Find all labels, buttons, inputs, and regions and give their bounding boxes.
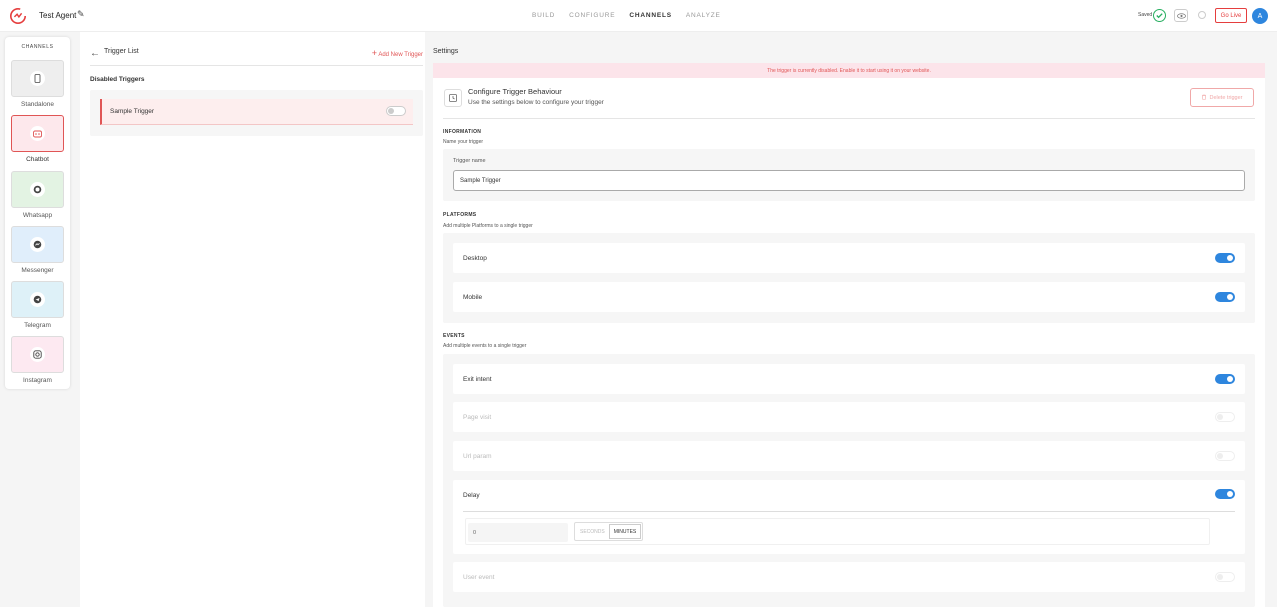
channel-whatsapp[interactable] bbox=[11, 171, 64, 208]
platform-row-mobile: Mobile bbox=[453, 282, 1245, 312]
channel-standalone[interactable] bbox=[11, 60, 64, 97]
preview-eye-icon[interactable] bbox=[1174, 9, 1188, 22]
search-icon[interactable] bbox=[1198, 11, 1206, 19]
phone-icon bbox=[30, 71, 45, 86]
event-row-exit-intent: Exit intent bbox=[453, 364, 1245, 394]
information-section: Trigger name Sample Trigger bbox=[443, 149, 1255, 201]
channel-chatbot-label: Chatbot bbox=[26, 156, 49, 163]
divider bbox=[443, 118, 1255, 119]
unit-seconds-option[interactable]: SECONDS bbox=[576, 524, 609, 539]
channel-messenger[interactable] bbox=[11, 226, 64, 263]
channels-sidebar: CHANNELS Standalone Chatbot Whatsapp Mes… bbox=[5, 37, 70, 389]
nav-channels[interactable]: CHANNELS bbox=[629, 12, 672, 19]
delete-trigger-label: Delete trigger bbox=[1209, 94, 1243, 101]
exit-intent-toggle[interactable] bbox=[1215, 374, 1235, 384]
event-row-page-visit: Page visit bbox=[453, 402, 1245, 432]
delay-toggle[interactable] bbox=[1215, 489, 1235, 499]
events-title: EVENTS bbox=[443, 333, 465, 339]
channel-instagram[interactable] bbox=[11, 336, 64, 373]
platforms-section: Desktop Mobile bbox=[443, 233, 1255, 323]
plus-icon: + bbox=[371, 48, 377, 58]
avatar[interactable]: A bbox=[1252, 8, 1268, 24]
add-new-trigger-label: Add New Trigger bbox=[378, 52, 423, 58]
delay-value-input[interactable]: 0 bbox=[468, 523, 568, 542]
edit-icon[interactable]: ✎ bbox=[77, 9, 85, 20]
platforms-title: PLATFORMS bbox=[443, 212, 477, 218]
user-event-label: User event bbox=[463, 574, 495, 581]
trash-icon bbox=[1201, 94, 1207, 102]
delay-label: Delay bbox=[463, 492, 480, 499]
disabled-triggers-list: Sample Trigger bbox=[90, 90, 423, 136]
trigger-list-title: Trigger List bbox=[104, 48, 139, 55]
page-visit-toggle[interactable] bbox=[1215, 412, 1235, 422]
disabled-banner: The trigger is currently disabled. Enabl… bbox=[433, 63, 1265, 78]
events-subtitle: Add multiple events to a single trigger bbox=[443, 343, 527, 349]
disabled-triggers-heading: Disabled Triggers bbox=[90, 76, 145, 83]
information-title: INFORMATION bbox=[443, 129, 482, 135]
delay-settings: 0 SECONDS MINUTES bbox=[465, 518, 1210, 545]
channel-telegram-label: Telegram bbox=[24, 322, 51, 329]
event-row-delay: Delay 0 SECONDS MINUTES bbox=[453, 480, 1245, 554]
url-param-label: Url param bbox=[463, 453, 492, 460]
main-nav: BUILD CONFIGURE CHANNELS ANALYZE bbox=[532, 12, 735, 19]
url-param-toggle[interactable] bbox=[1215, 451, 1235, 461]
mobile-toggle[interactable] bbox=[1215, 292, 1235, 302]
events-section: Exit intent Page visit Url param Delay 0… bbox=[443, 354, 1255, 607]
config-title: Configure Trigger Behaviour bbox=[468, 87, 562, 96]
go-live-button[interactable]: Go Live bbox=[1215, 8, 1247, 23]
whatsapp-icon bbox=[30, 182, 45, 197]
logo-icon bbox=[9, 7, 27, 25]
divider bbox=[463, 511, 1235, 512]
exit-intent-label: Exit intent bbox=[463, 376, 492, 383]
event-row-url-param: Url param bbox=[453, 441, 1245, 471]
desktop-toggle[interactable] bbox=[1215, 253, 1235, 263]
trigger-list-panel: ← Trigger List + Add New Trigger Disable… bbox=[80, 32, 425, 607]
channel-instagram-label: Instagram bbox=[23, 377, 52, 384]
nav-build[interactable]: BUILD bbox=[532, 12, 555, 19]
add-new-trigger-button[interactable]: + Add New Trigger bbox=[372, 48, 423, 58]
channels-title: CHANNELS bbox=[21, 44, 54, 50]
messenger-icon bbox=[30, 237, 45, 252]
channel-standalone-label: Standalone bbox=[21, 101, 54, 108]
channel-whatsapp-label: Whatsapp bbox=[22, 212, 53, 219]
divider bbox=[90, 65, 423, 66]
information-subtitle: Name your trigger bbox=[443, 139, 484, 145]
delete-trigger-button[interactable]: Delete trigger bbox=[1190, 88, 1254, 107]
chatbot-icon bbox=[30, 126, 45, 141]
back-arrow-icon[interactable]: ← bbox=[90, 48, 100, 59]
settings-panel: The trigger is currently disabled. Enabl… bbox=[433, 63, 1265, 607]
trigger-name-input[interactable]: Sample Trigger bbox=[453, 170, 1245, 191]
instagram-icon bbox=[30, 347, 45, 362]
page-visit-label: Page visit bbox=[463, 414, 492, 421]
trigger-list-item[interactable]: Sample Trigger bbox=[100, 99, 413, 125]
trigger-name-label: Trigger name bbox=[453, 158, 486, 164]
platform-row-desktop: Desktop bbox=[453, 243, 1245, 273]
channel-messenger-label: Messenger bbox=[21, 267, 54, 274]
delay-unit-selector: SECONDS MINUTES bbox=[574, 522, 644, 541]
channel-telegram[interactable] bbox=[11, 281, 64, 318]
telegram-icon bbox=[30, 292, 45, 307]
platform-mobile-label: Mobile bbox=[463, 294, 483, 301]
top-bar: Test Agent ✎ BUILD CONFIGURE CHANNELS AN… bbox=[0, 0, 1277, 32]
saved-status: Saved bbox=[1138, 12, 1153, 18]
event-row-user-event: User event bbox=[453, 562, 1245, 592]
config-subtitle: Use the settings below to configure your… bbox=[468, 99, 604, 106]
agent-name: Test Agent bbox=[39, 11, 77, 20]
platforms-subtitle: Add multiple Platforms to a single trigg… bbox=[443, 223, 533, 229]
nav-configure[interactable]: CONFIGURE bbox=[569, 12, 615, 19]
channel-chatbot[interactable] bbox=[11, 115, 64, 152]
platform-desktop-label: Desktop bbox=[463, 255, 487, 262]
trigger-enable-toggle[interactable] bbox=[386, 106, 406, 116]
trigger-item-name: Sample Trigger bbox=[110, 108, 155, 115]
trigger-config-icon bbox=[444, 89, 462, 107]
settings-heading: Settings bbox=[433, 48, 459, 55]
check-icon bbox=[1153, 9, 1166, 22]
user-event-toggle[interactable] bbox=[1215, 572, 1235, 582]
nav-analyze[interactable]: ANALYZE bbox=[686, 12, 721, 19]
unit-minutes-option[interactable]: MINUTES bbox=[608, 524, 642, 539]
